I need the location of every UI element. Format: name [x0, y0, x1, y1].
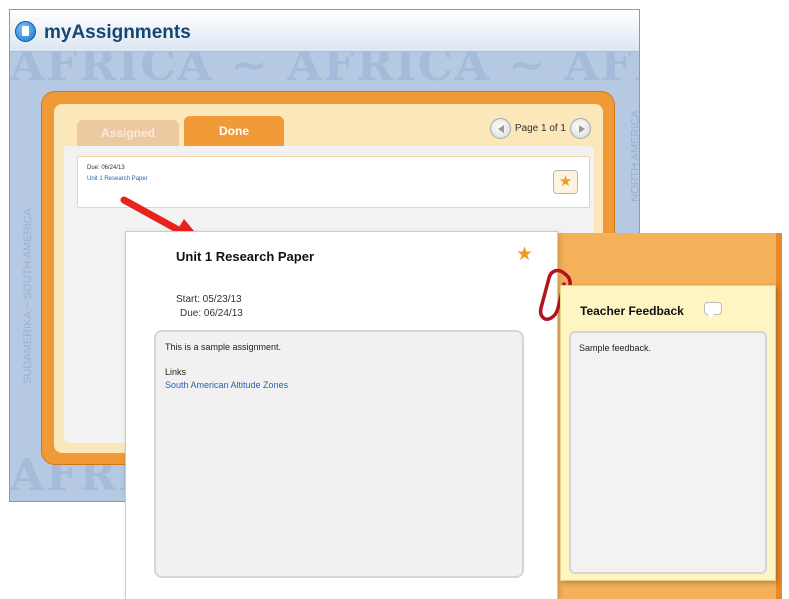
feedback-title: Teacher Feedback — [580, 304, 684, 318]
background-side-text-right: NORTH AMERICA — [629, 110, 640, 202]
tab-done[interactable]: Done — [184, 116, 284, 146]
detail-description-box: This is a sample assignment. Links South… — [154, 330, 524, 578]
background-side-text: SUDAMERIKA ~ SOUTH AMERICA — [21, 208, 34, 384]
next-page-button[interactable] — [570, 118, 591, 139]
star-icon[interactable]: ★ — [516, 243, 533, 266]
pager: Page 1 of 1 — [489, 118, 591, 139]
feedback-text: Sample feedback. — [569, 331, 767, 574]
pager-text: Page 1 of 1 — [514, 123, 566, 134]
resource-link[interactable]: South American Altitude Zones — [165, 380, 513, 390]
assignment-detail: Unit 1 Research Paper ★ Start: 05/23/13 … — [125, 231, 558, 599]
detail-start-date: Start: 05/23/13 — [176, 294, 242, 305]
tab-assigned[interactable]: Assigned — [77, 120, 179, 146]
app-header: myAssignments — [10, 10, 639, 52]
chevron-right-icon — [579, 125, 585, 133]
list-item-due: Due: 06/24/13 — [87, 165, 125, 171]
star-comment-button[interactable]: ★ — [553, 170, 578, 194]
detail-title: Unit 1 Research Paper — [176, 249, 315, 264]
star-icon: ★ — [558, 173, 573, 190]
previous-page-button[interactable] — [489, 118, 511, 139]
chevron-left-icon — [497, 125, 504, 133]
stage: AFRICA ~ AFRICA ~ AFRICA ~ AF AFRIKA SUD… — [0, 0, 789, 599]
list-item-title[interactable]: Unit 1 Research Paper — [87, 176, 148, 182]
speech-bubble-icon — [704, 302, 722, 319]
detail-description: This is a sample assignment. — [165, 342, 282, 352]
app-title: myAssignments — [44, 22, 191, 43]
links-label: Links — [165, 367, 187, 377]
app-logo-icon — [15, 21, 36, 42]
detail-due-date: Due: 06/24/13 — [180, 308, 243, 319]
teacher-feedback-note: Teacher Feedback Sample feedback. — [560, 285, 776, 581]
